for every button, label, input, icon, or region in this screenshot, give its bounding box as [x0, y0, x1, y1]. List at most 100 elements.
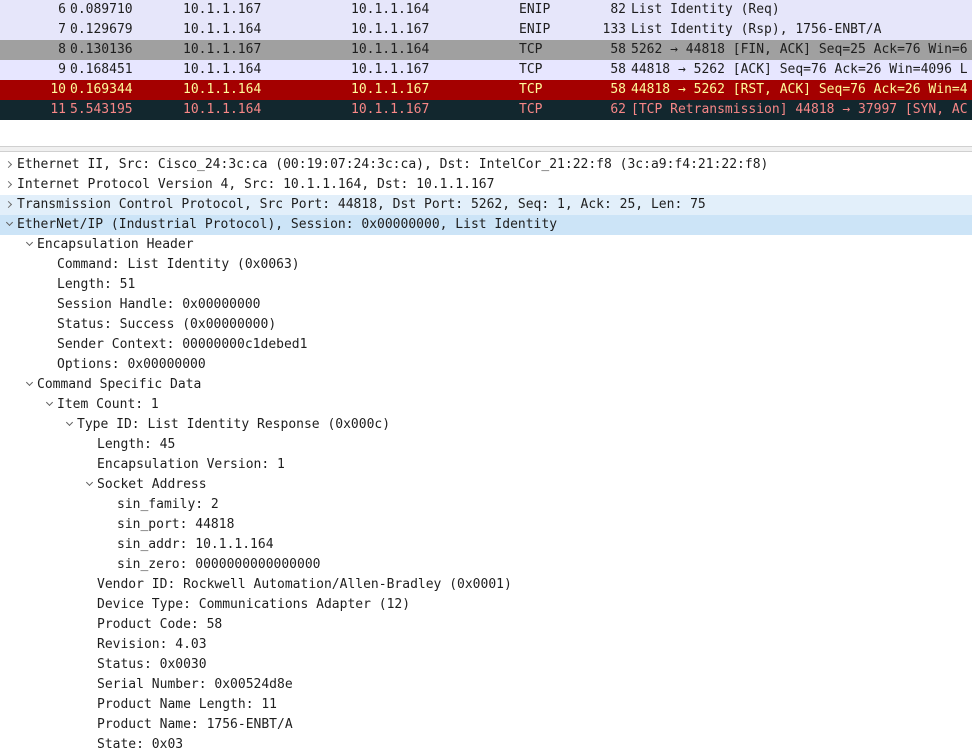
detail-tree-label: Ethernet II, Src: Cisco_24:3c:ca (00:19:…: [17, 157, 769, 172]
packet-info: 44818 → 5262 [ACK] Seq=76 Ack=26 Win=409…: [631, 62, 968, 77]
detail-tree-item[interactable]: Device Type: Communications Adapter (12): [0, 595, 972, 615]
packet-destination: 10.1.1.167: [351, 102, 430, 117]
detail-tree-label: EtherNet/IP (Industrial Protocol), Sessi…: [17, 217, 558, 232]
detail-tree-label: Item Count: 1: [57, 397, 159, 412]
detail-tree-item[interactable]: Revision: 4.03: [0, 635, 972, 655]
packet-info: 44818 → 5262 [RST, ACK] Seq=76 Ack=26 Wi…: [631, 82, 968, 97]
splitter-handle[interactable]: [0, 146, 972, 152]
packet-details-pane[interactable]: Ethernet II, Src: Cisco_24:3c:ca (00:19:…: [0, 155, 972, 756]
detail-tree-item[interactable]: Command: List Identity (0x0063): [0, 255, 972, 275]
packet-row-10[interactable]: 10 0.169344 10.1.1.164 10.1.1.167 TCP 58…: [0, 80, 972, 100]
chevron-down-icon[interactable]: [23, 375, 37, 395]
packet-number: 8: [58, 42, 66, 57]
detail-tree-item[interactable]: Session Handle: 0x00000000: [0, 295, 972, 315]
packet-protocol: ENIP: [519, 2, 551, 17]
detail-tree-item[interactable]: Type ID: List Identity Response (0x000c): [0, 415, 972, 435]
detail-tree-label: Product Name: 1756-ENBT/A: [97, 717, 293, 732]
chevron-right-icon[interactable]: [3, 175, 17, 195]
detail-tree-label: Sender Context: 00000000c1debed1: [57, 337, 308, 352]
detail-tree-item[interactable]: Encapsulation Header: [0, 235, 972, 255]
detail-tree-label: Product Name Length: 11: [97, 697, 278, 712]
packet-time: 0.129679: [70, 22, 133, 37]
detail-tree-item[interactable]: Socket Address: [0, 475, 972, 495]
packet-row-8[interactable]: 8 0.130136 10.1.1.167 10.1.1.164 TCP 58 …: [0, 40, 972, 60]
detail-tree-label: Vendor ID: Rockwell Automation/Allen-Bra…: [97, 577, 512, 592]
detail-tree-item[interactable]: sin_addr: 10.1.1.164: [0, 535, 972, 555]
packet-destination: 10.1.1.164: [351, 42, 430, 57]
chevron-down-icon[interactable]: [43, 395, 57, 415]
packet-time: 0.168451: [70, 62, 133, 77]
detail-tree-label: sin_zero: 0000000000000000: [117, 557, 321, 572]
packet-protocol: TCP: [519, 102, 543, 117]
detail-tree-item[interactable]: Transmission Control Protocol, Src Port:…: [0, 195, 972, 215]
detail-tree-item[interactable]: sin_port: 44818: [0, 515, 972, 535]
detail-tree-item[interactable]: Product Code: 58: [0, 615, 972, 635]
detail-tree-item[interactable]: Status: 0x0030: [0, 655, 972, 675]
packet-length: 58: [610, 62, 626, 77]
chevron-right-icon[interactable]: [3, 195, 17, 215]
packet-length: 133: [602, 22, 626, 37]
detail-tree-item[interactable]: Command Specific Data: [0, 375, 972, 395]
chevron-down-icon[interactable]: [83, 475, 97, 495]
packet-destination: 10.1.1.167: [351, 22, 430, 37]
detail-tree-label: sin_family: 2: [117, 497, 219, 512]
packet-number: 6: [58, 2, 66, 17]
detail-tree-item[interactable]: Options: 0x00000000: [0, 355, 972, 375]
detail-tree-item[interactable]: Item Count: 1: [0, 395, 972, 415]
detail-tree-item[interactable]: State: 0x03: [0, 735, 972, 755]
pane-splitter[interactable]: [0, 122, 972, 154]
detail-tree-item[interactable]: Status: Success (0x00000000): [0, 315, 972, 335]
packet-list-pane[interactable]: 6 0.089710 10.1.1.167 10.1.1.164 ENIP 82…: [0, 0, 972, 122]
detail-tree-label: Serial Number: 0x00524d8e: [97, 677, 293, 692]
packet-source: 10.1.1.167: [183, 2, 262, 17]
packet-row-11[interactable]: 11 5.543195 10.1.1.164 10.1.1.167 TCP 62…: [0, 100, 972, 120]
detail-tree-item[interactable]: Serial Number: 0x00524d8e: [0, 675, 972, 695]
detail-tree-item[interactable]: Sender Context: 00000000c1debed1: [0, 335, 972, 355]
detail-tree-item[interactable]: Encapsulation Version: 1: [0, 455, 972, 475]
packet-source: 10.1.1.167: [183, 42, 262, 57]
detail-tree-label: Command: List Identity (0x0063): [57, 257, 300, 272]
detail-tree-label: sin_addr: 10.1.1.164: [117, 537, 274, 552]
packet-number: 11: [50, 102, 66, 117]
detail-tree-item[interactable]: Vendor ID: Rockwell Automation/Allen-Bra…: [0, 575, 972, 595]
detail-tree-label: Length: 45: [97, 437, 176, 452]
detail-tree-label: Status: Success (0x00000000): [57, 317, 277, 332]
detail-tree-label: Socket Address: [97, 477, 207, 492]
detail-tree-label: Product Code: 58: [97, 617, 223, 632]
detail-tree-label: Encapsulation Header: [37, 237, 194, 252]
packet-protocol: TCP: [519, 62, 543, 77]
detail-tree-item[interactable]: sin_family: 2: [0, 495, 972, 515]
packet-row-9[interactable]: 9 0.168451 10.1.1.164 10.1.1.167 TCP 58 …: [0, 60, 972, 80]
packet-destination: 10.1.1.164: [351, 2, 430, 17]
packet-row-6[interactable]: 6 0.089710 10.1.1.167 10.1.1.164 ENIP 82…: [0, 0, 972, 20]
packet-row-7[interactable]: 7 0.129679 10.1.1.164 10.1.1.167 ENIP 13…: [0, 20, 972, 40]
detail-tree-item[interactable]: sin_zero: 0000000000000000: [0, 555, 972, 575]
packet-source: 10.1.1.164: [183, 102, 262, 117]
packet-info: 5262 → 44818 [FIN, ACK] Seq=25 Ack=76 Wi…: [631, 42, 968, 57]
chevron-down-icon[interactable]: [23, 235, 37, 255]
packet-length: 58: [610, 42, 626, 57]
packet-number: 9: [58, 62, 66, 77]
packet-number: 7: [58, 22, 66, 37]
detail-tree-label: Encapsulation Version: 1: [97, 457, 285, 472]
packet-destination: 10.1.1.167: [351, 82, 430, 97]
detail-tree-item[interactable]: Length: 51: [0, 275, 972, 295]
detail-tree-label: Revision: 4.03: [97, 637, 207, 652]
chevron-right-icon[interactable]: [3, 155, 17, 175]
detail-tree-item[interactable]: Ethernet II, Src: Cisco_24:3c:ca (00:19:…: [0, 155, 972, 175]
packet-time: 5.543195: [70, 102, 133, 117]
packet-time: 0.089710: [70, 2, 133, 17]
chevron-down-icon[interactable]: [3, 215, 17, 235]
packet-source: 10.1.1.164: [183, 62, 262, 77]
detail-tree-item[interactable]: Length: 45: [0, 435, 972, 455]
detail-tree-item[interactable]: Product Name: 1756-ENBT/A: [0, 715, 972, 735]
packet-source: 10.1.1.164: [183, 82, 262, 97]
detail-tree-label: Command Specific Data: [37, 377, 202, 392]
packet-protocol: ENIP: [519, 22, 551, 37]
packet-protocol: TCP: [519, 82, 543, 97]
chevron-down-icon[interactable]: [63, 415, 77, 435]
detail-tree-item[interactable]: Internet Protocol Version 4, Src: 10.1.1…: [0, 175, 972, 195]
detail-tree-item[interactable]: EtherNet/IP (Industrial Protocol), Sessi…: [0, 215, 972, 235]
detail-tree-item[interactable]: Product Name Length: 11: [0, 695, 972, 715]
packet-length: 62: [610, 102, 626, 117]
